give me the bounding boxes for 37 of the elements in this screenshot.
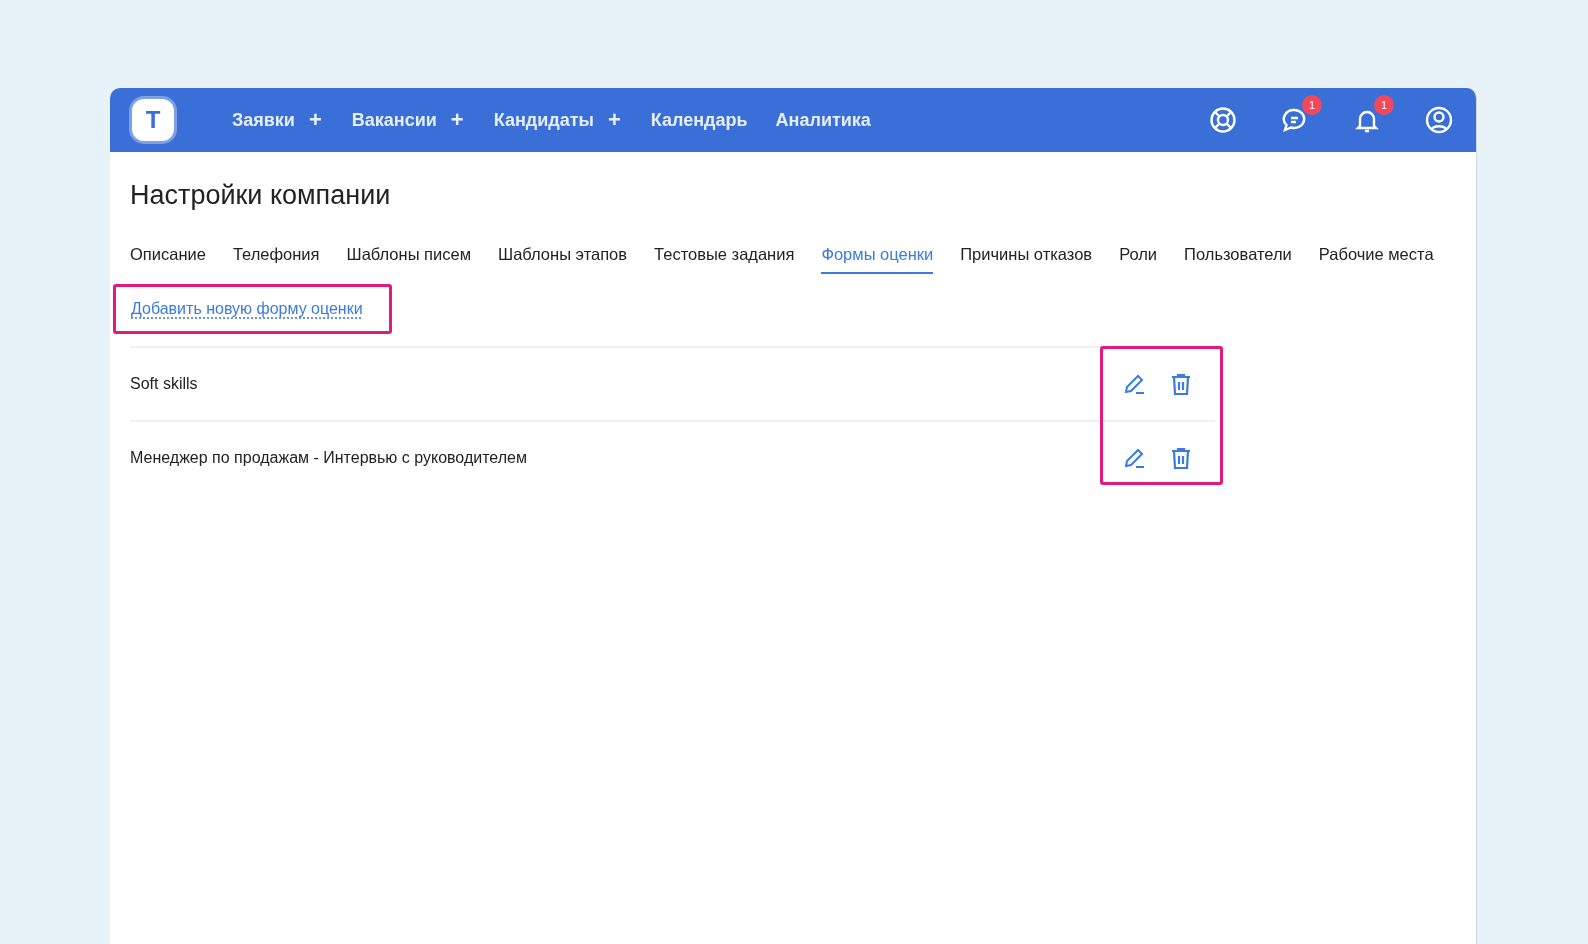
nav-link[interactable]: Вакансии	[351, 109, 437, 131]
settings-tab[interactable]: Описание	[130, 245, 206, 274]
notification-badge: 1	[1374, 95, 1394, 115]
settings-tab[interactable]: Причины отказов	[960, 245, 1093, 274]
form-name: Менеджер по продажам - Интервью с руководителем	[130, 449, 528, 467]
trash-icon	[1169, 446, 1193, 470]
nav-link[interactable]: Календарь	[650, 109, 748, 131]
logo[interactable]: T	[132, 99, 174, 141]
trash-icon	[1169, 372, 1193, 396]
settings-tab[interactable]: Пользователи	[1184, 245, 1292, 274]
delete-button[interactable]	[1169, 372, 1193, 396]
notification-badge: 1	[1302, 95, 1322, 115]
settings-tab[interactable]: Роли	[1119, 245, 1158, 274]
add-button[interactable]: +	[607, 107, 621, 133]
edit-button[interactable]	[1123, 372, 1147, 396]
delete-button[interactable]	[1169, 446, 1193, 470]
pencil-icon	[1123, 446, 1147, 470]
settings-tab[interactable]: Рабочие места	[1318, 245, 1434, 274]
settings-tab[interactable]: Формы оценки	[821, 245, 934, 274]
nav-link[interactable]: Кандидаты	[493, 109, 594, 131]
nav-link[interactable]: Заявки	[232, 109, 295, 131]
nav-link[interactable]: Аналитика	[775, 109, 871, 131]
settings-tab[interactable]: Шаблоны этапов	[498, 245, 628, 274]
add-form-link[interactable]: Добавить новую форму оценки	[131, 300, 363, 318]
bell-button[interactable]: 1	[1352, 95, 1394, 135]
edit-button[interactable]	[1123, 446, 1147, 470]
settings-tab[interactable]: Телефония	[232, 245, 320, 274]
page-title: Настройки компании	[130, 180, 392, 211]
form-name: Soft skills	[130, 375, 199, 393]
lifebuoy-icon	[1209, 106, 1237, 134]
pencil-icon	[1123, 372, 1147, 396]
user-icon	[1425, 106, 1453, 134]
settings-tab[interactable]: Шаблоны писем	[346, 245, 471, 274]
settings-tab[interactable]: Тестовые задания	[654, 245, 795, 274]
chat-button[interactable]: 1	[1280, 95, 1322, 135]
add-button[interactable]: +	[450, 107, 464, 133]
add-button[interactable]: +	[308, 107, 322, 133]
